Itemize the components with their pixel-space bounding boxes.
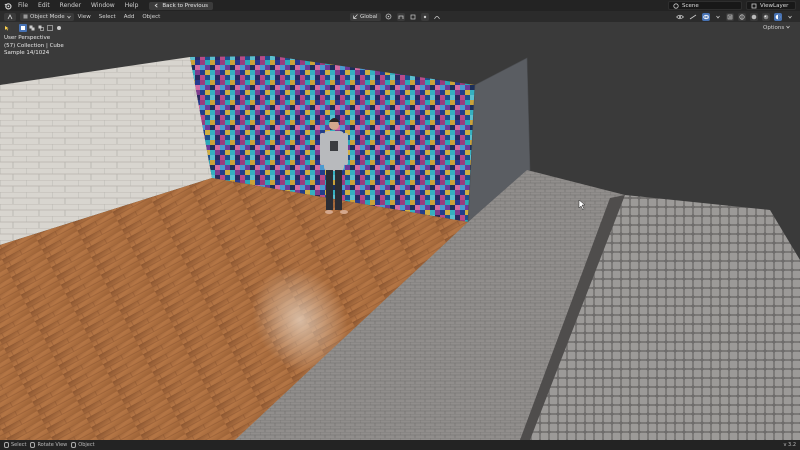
header-menu-view[interactable]: View	[74, 14, 95, 20]
editor-type-button[interactable]	[4, 12, 16, 21]
status-rotate-label: Rotate View	[37, 442, 68, 448]
select-new-button[interactable]	[19, 24, 27, 32]
view-layer-name: ViewLayer	[760, 2, 789, 9]
snap-icon	[398, 15, 403, 19]
options-dropdown[interactable]: Options	[763, 25, 790, 31]
scene-name: Scene	[682, 2, 699, 9]
gizmo-button[interactable]	[688, 13, 698, 21]
chevron-down-icon	[788, 15, 792, 19]
select-intersect-button[interactable]	[55, 24, 63, 32]
view-layer-selector[interactable]: ViewLayer	[746, 1, 796, 10]
select-extend-icon	[29, 25, 35, 31]
menu-window[interactable]: Window	[86, 0, 120, 11]
chevron-down-icon	[66, 15, 71, 19]
shading-solid-button[interactable]	[750, 12, 758, 21]
transform-tools: Global	[348, 11, 441, 22]
rendered-scene[interactable]	[0, 22, 800, 440]
viewport-shading-tools	[674, 11, 794, 22]
falloff-icon	[433, 15, 440, 19]
shading-dropdown[interactable]	[786, 13, 794, 21]
back-arrow-icon	[154, 3, 158, 8]
status-object-label: Object	[78, 442, 95, 448]
blender-logo-icon[interactable]	[3, 0, 13, 11]
chevron-down-icon	[716, 15, 720, 19]
pivot-point-button[interactable]	[385, 13, 393, 21]
menu-render[interactable]: Render	[55, 0, 86, 11]
editor-type-icon	[7, 13, 12, 19]
select-invert-button[interactable]	[46, 24, 54, 32]
select-subtract-button[interactable]	[37, 24, 45, 32]
material-sphere-icon	[763, 14, 769, 19]
collection-label: (57) Collection | Cube	[4, 42, 64, 49]
object-mode-dropdown[interactable]: Object Mode	[20, 12, 74, 21]
overlays-dropdown[interactable]	[714, 13, 722, 21]
object-mode-icon	[23, 14, 28, 19]
top-right-controls: Scene ViewLayer	[668, 0, 796, 11]
menu-edit[interactable]: Edit	[33, 0, 55, 11]
orientation-dropdown[interactable]: Global	[350, 12, 381, 21]
header-menu-select[interactable]: Select	[95, 14, 120, 20]
proportional-falloff-button[interactable]	[433, 13, 441, 21]
snap-target-icon	[410, 14, 415, 19]
cursor-arrow-icon	[5, 26, 9, 31]
tweak-tool-button[interactable]	[3, 24, 11, 32]
status-object: Object	[71, 442, 95, 448]
back-to-previous-label: Back to Previous	[162, 2, 209, 9]
xray-icon	[727, 14, 733, 19]
status-select: Select	[4, 442, 26, 448]
select-subtract-icon	[38, 25, 44, 31]
status-bar: Select Rotate View Object v 3.2	[0, 440, 800, 450]
view-layer-icon	[751, 3, 757, 8]
wireframe-sphere-icon	[739, 13, 745, 20]
status-rotate: Rotate View	[30, 442, 67, 448]
select-extend-button[interactable]	[28, 24, 36, 32]
chevron-down-icon	[786, 25, 790, 29]
gizmo-icon	[689, 14, 697, 19]
proportional-edit-icon	[423, 15, 426, 18]
overlays-button[interactable]	[702, 12, 710, 21]
3d-viewport[interactable]	[0, 22, 800, 440]
rendered-sphere-icon	[775, 14, 781, 19]
options-label: Options	[763, 25, 785, 31]
perspective-label: User Perspective	[4, 35, 51, 41]
overlays-icon	[703, 14, 709, 19]
solid-sphere-icon	[751, 14, 757, 19]
select-invert-icon	[47, 25, 53, 31]
shading-wireframe-button[interactable]	[738, 12, 746, 21]
shading-rendered-button[interactable]	[774, 12, 782, 21]
version-label: v 3.2	[783, 442, 797, 448]
scene-selector[interactable]: Scene	[668, 1, 742, 10]
orientation-icon	[353, 14, 358, 19]
mouse-right-icon	[71, 442, 77, 448]
back-to-previous-button[interactable]: Back to Previous	[149, 1, 214, 10]
select-intersect-icon	[57, 26, 61, 30]
visibility-button[interactable]	[676, 13, 684, 21]
viewport-info-overlay: User Perspective (57) Collection | Cube …	[4, 35, 64, 58]
eye-icon	[676, 14, 684, 19]
snap-target-button[interactable]	[409, 13, 417, 21]
object-mode-label: Object Mode	[30, 13, 65, 20]
shading-material-button[interactable]	[762, 12, 770, 21]
menu-help[interactable]: Help	[120, 0, 144, 11]
scene-icon	[673, 2, 679, 9]
pivot-icon	[385, 13, 392, 20]
mouse-middle-icon	[30, 442, 36, 448]
status-select-label: Select	[11, 442, 27, 448]
mouse-left-icon	[4, 442, 9, 448]
proportional-edit-button[interactable]	[420, 12, 429, 21]
header-menu-object[interactable]: Object	[138, 14, 164, 20]
xray-button[interactable]	[726, 12, 734, 21]
select-new-icon	[21, 26, 25, 30]
snap-button[interactable]	[396, 12, 405, 21]
tool-selector	[3, 24, 11, 32]
menu-file[interactable]: File	[13, 0, 33, 11]
header-menu-add[interactable]: Add	[120, 14, 139, 20]
selection-mode-tools	[19, 24, 63, 32]
orientation-label: Global	[360, 13, 378, 20]
render-sample-label: Sample 14/1024	[4, 50, 50, 56]
